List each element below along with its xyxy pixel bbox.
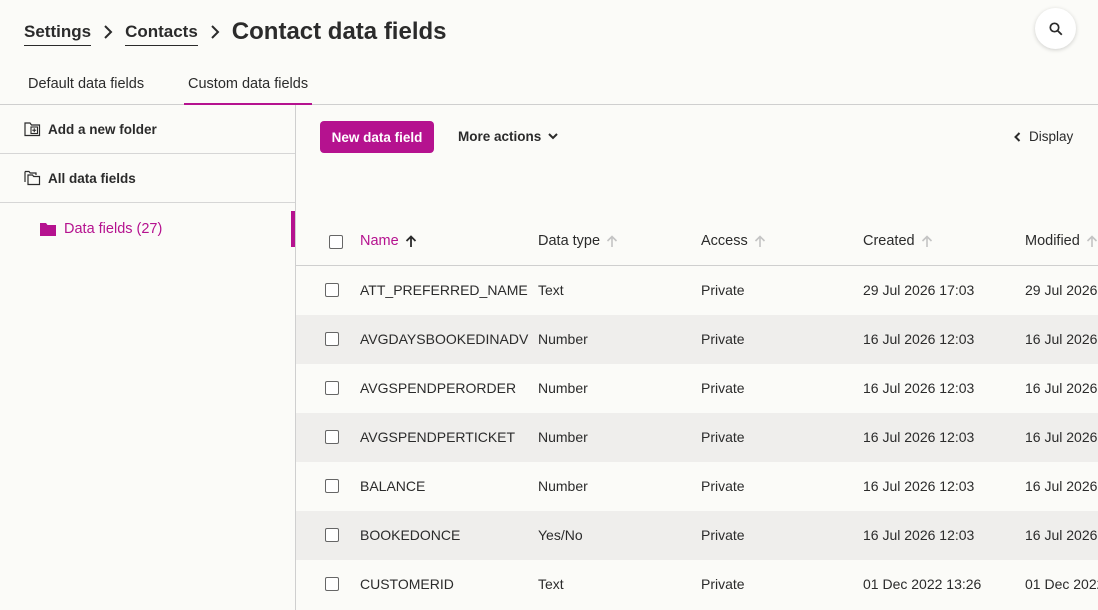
- chevron-left-icon: [1014, 131, 1021, 142]
- sort-arrow-up-icon: [921, 234, 933, 248]
- row-checkbox[interactable]: [325, 479, 339, 493]
- cell-name: BOOKEDONCE: [360, 527, 461, 543]
- cell-created: 29 Jul 2026 17:03: [863, 282, 975, 298]
- new-data-field-button[interactable]: New data field: [320, 121, 434, 153]
- cell-created: 16 Jul 2026 12:03: [863, 331, 975, 347]
- chevron-right-icon: [91, 25, 125, 39]
- cell-access: Private: [701, 527, 745, 543]
- column-label: Modified: [1025, 233, 1080, 249]
- row-checkbox[interactable]: [325, 430, 339, 444]
- breadcrumb-settings[interactable]: Settings: [24, 22, 92, 46]
- cell-name: AVGSPENDPERORDER: [360, 380, 517, 396]
- cell-modified: 01 Dec 2022: [1025, 576, 1098, 592]
- column-header-created[interactable]: Created: [863, 233, 933, 249]
- cell-created: 16 Jul 2026 12:03: [863, 380, 975, 396]
- chevron-down-icon: [548, 133, 558, 140]
- cell-created: 16 Jul 2026 12:03: [863, 429, 975, 445]
- table-row[interactable]: BALANCE Number Private 16 Jul 2026 12:03…: [296, 462, 1098, 511]
- cell-modified: 29 Jul 2026: [1025, 282, 1098, 298]
- cell-access: Private: [701, 380, 745, 396]
- cell-modified: 16 Jul 2026: [1025, 429, 1098, 445]
- table-row[interactable]: ATT_PREFERRED_NAME Text Private 29 Jul 2…: [296, 266, 1098, 315]
- cell-created: 16 Jul 2026 12:03: [863, 527, 975, 543]
- column-label: Data type: [538, 233, 601, 249]
- cell-access: Private: [701, 282, 745, 298]
- column-label: Access: [701, 233, 748, 249]
- table-row[interactable]: AVGSPENDPERORDER Number Private 16 Jul 2…: [296, 364, 1098, 413]
- cell-name: BALANCE: [360, 478, 426, 494]
- cell-name: CUSTOMERID: [360, 576, 454, 592]
- cell-data-type: Text: [538, 576, 564, 592]
- search-icon: [1048, 21, 1062, 35]
- cell-created: 16 Jul 2026 12:03: [863, 478, 975, 494]
- table-header: Name Data type Access Created Modified: [296, 218, 1098, 266]
- column-header-access[interactable]: Access: [701, 233, 766, 249]
- all-data-fields[interactable]: All data fields: [0, 154, 295, 203]
- sidebar: Add a new folder All data fields: [0, 105, 296, 610]
- cell-data-type: Number: [538, 478, 588, 494]
- folder-icon: [40, 222, 56, 236]
- cell-data-type: Number: [538, 331, 588, 347]
- folders-icon: [24, 170, 48, 186]
- cell-data-type: Yes/No: [538, 527, 583, 543]
- cell-access: Private: [701, 331, 745, 347]
- cell-name: AVGSPENDPERTICKET: [360, 429, 516, 445]
- search-button[interactable]: [1035, 8, 1076, 49]
- chevron-right-icon: [198, 25, 232, 39]
- table-row[interactable]: CUSTOMERID Text Private 01 Dec 2022 13:2…: [296, 560, 1098, 609]
- add-folder-button[interactable]: Add a new folder: [0, 105, 295, 154]
- breadcrumb-contacts[interactable]: Contacts: [125, 22, 198, 46]
- cell-modified: 16 Jul 2026: [1025, 478, 1098, 494]
- add-folder-icon: [24, 121, 48, 137]
- column-header-modified[interactable]: Modified: [1025, 233, 1098, 249]
- table-row[interactable]: AVGDAYSBOOKEDINADV Number Private 16 Jul…: [296, 315, 1098, 364]
- table-row[interactable]: AVGSPENDPERTICKET Number Private 16 Jul …: [296, 413, 1098, 462]
- cell-modified: 16 Jul 2026: [1025, 527, 1098, 543]
- row-checkbox[interactable]: [325, 283, 339, 297]
- display-button[interactable]: Display: [1014, 129, 1073, 144]
- all-data-fields-label: All data fields: [48, 170, 136, 186]
- tab-default-data-fields[interactable]: Default data fields: [28, 76, 144, 105]
- more-actions-label: More actions: [458, 129, 542, 144]
- cell-access: Private: [701, 576, 745, 592]
- cell-name: AVGDAYSBOOKEDINADV: [360, 331, 529, 347]
- row-checkbox[interactable]: [325, 577, 339, 591]
- row-checkbox[interactable]: [325, 332, 339, 346]
- select-all-checkbox[interactable]: [329, 235, 343, 249]
- breadcrumb: Settings Contacts Contact data fields: [24, 14, 447, 48]
- tab-bar: Default data fields Custom data fields: [0, 66, 1098, 105]
- data-fields-table: Name Data type Access Created Modified A…: [296, 218, 1098, 609]
- cell-created: 01 Dec 2022 13:26: [863, 576, 982, 592]
- cell-access: Private: [701, 429, 745, 445]
- folder-label: Data fields (27): [64, 221, 163, 237]
- cell-data-type: Number: [538, 380, 588, 396]
- column-label: Created: [863, 233, 915, 249]
- cell-access: Private: [701, 478, 745, 494]
- cell-modified: 16 Jul 2026: [1025, 380, 1098, 396]
- cell-data-type: Text: [538, 282, 564, 298]
- row-checkbox[interactable]: [325, 528, 339, 542]
- cell-data-type: Number: [538, 429, 588, 445]
- column-header-data-type[interactable]: Data type: [538, 233, 618, 249]
- tab-custom-data-fields[interactable]: Custom data fields: [184, 76, 313, 105]
- sort-arrow-up-icon: [606, 234, 618, 248]
- column-header-name[interactable]: Name: [360, 233, 417, 249]
- sort-arrow-up-icon: [1086, 234, 1098, 248]
- table-row[interactable]: BOOKEDONCE Yes/No Private 16 Jul 2026 12…: [296, 511, 1098, 560]
- page-title: Contact data fields: [231, 18, 447, 45]
- display-label: Display: [1029, 129, 1074, 144]
- cell-name: ATT_PREFERRED_NAME: [360, 282, 528, 298]
- sort-arrow-up-icon: [754, 234, 766, 248]
- folder-data-fields[interactable]: Data fields (27): [40, 221, 162, 237]
- cell-modified: 16 Jul 2026: [1025, 331, 1098, 347]
- row-checkbox[interactable]: [325, 381, 339, 395]
- more-actions-dropdown[interactable]: More actions: [458, 129, 558, 144]
- column-label: Name: [360, 233, 399, 249]
- selected-folder-indicator: [291, 211, 295, 247]
- add-folder-label: Add a new folder: [48, 121, 157, 137]
- sort-arrow-up-icon: [405, 234, 417, 248]
